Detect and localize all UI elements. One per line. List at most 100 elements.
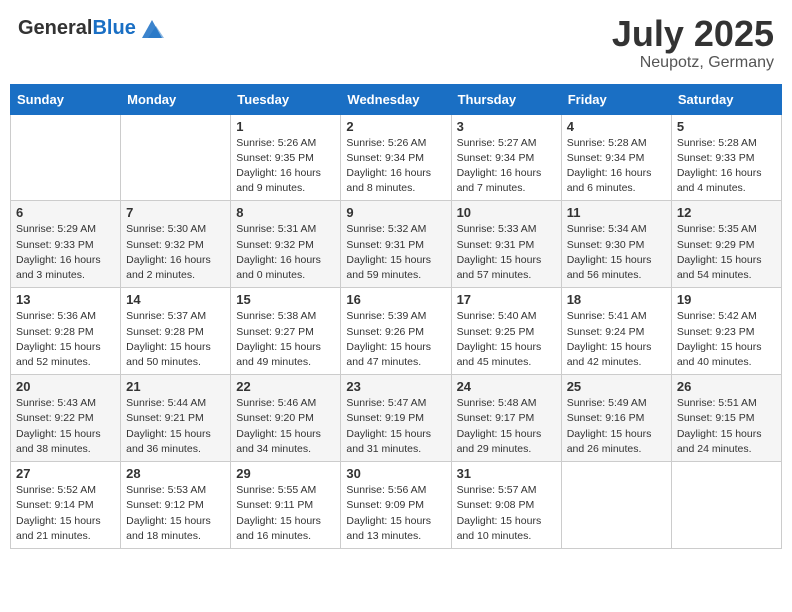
day-number: 30 [346,466,445,481]
day-number: 1 [236,119,335,134]
calendar-cell: 22 Sunrise: 5:46 AM Sunset: 9:20 PM Dayli… [231,375,341,462]
calendar-cell: 15 Sunrise: 5:38 AM Sunset: 9:27 PM Dayli… [231,288,341,375]
day-info: Sunrise: 5:41 AM Sunset: 9:24 PM Dayligh… [567,309,666,370]
day-number: 9 [346,205,445,220]
month-title: July 2025 [612,14,774,54]
calendar-cell: 11 Sunrise: 5:34 AM Sunset: 9:30 PM Dayli… [561,201,671,288]
day-number: 10 [457,205,556,220]
day-number: 29 [236,466,335,481]
day-number: 22 [236,379,335,394]
title-block: July 2025 Neupotz, Germany [612,14,774,72]
calendar-cell: 2 Sunrise: 5:26 AM Sunset: 9:34 PM Daylig… [341,114,451,201]
day-info: Sunrise: 5:44 AM Sunset: 9:21 PM Dayligh… [126,396,225,457]
logo-general-text: General [18,17,92,39]
day-number: 19 [677,292,776,307]
day-info: Sunrise: 5:28 AM Sunset: 9:34 PM Dayligh… [567,136,666,197]
calendar-cell: 4 Sunrise: 5:28 AM Sunset: 9:34 PM Daylig… [561,114,671,201]
day-info: Sunrise: 5:26 AM Sunset: 9:35 PM Dayligh… [236,136,335,197]
weekday-header: Friday [561,84,671,114]
calendar-cell [561,462,671,549]
calendar-cell [671,462,781,549]
day-info: Sunrise: 5:32 AM Sunset: 9:31 PM Dayligh… [346,222,445,283]
calendar-cell: 6 Sunrise: 5:29 AM Sunset: 9:33 PM Daylig… [11,201,121,288]
calendar-cell [121,114,231,201]
day-number: 4 [567,119,666,134]
calendar-week-row: 1 Sunrise: 5:26 AM Sunset: 9:35 PM Daylig… [11,114,782,201]
day-info: Sunrise: 5:38 AM Sunset: 9:27 PM Dayligh… [236,309,335,370]
calendar-week-row: 6 Sunrise: 5:29 AM Sunset: 9:33 PM Daylig… [11,201,782,288]
day-number: 23 [346,379,445,394]
logo: GeneralBlue [18,14,166,42]
day-number: 15 [236,292,335,307]
day-number: 8 [236,205,335,220]
calendar-cell: 26Sunrise: 5:51 AM Sunset: 9:15 PM Dayli… [671,375,781,462]
calendar-cell: 17Sunrise: 5:40 AM Sunset: 9:25 PM Dayli… [451,288,561,375]
day-info: Sunrise: 5:47 AM Sunset: 9:19 PM Dayligh… [346,396,445,457]
calendar-cell: 29Sunrise: 5:55 AM Sunset: 9:11 PM Dayli… [231,462,341,549]
day-info: Sunrise: 5:49 AM Sunset: 9:16 PM Dayligh… [567,396,666,457]
calendar-cell: 20 Sunrise: 5:43 AM Sunset: 9:22 PM Dayli… [11,375,121,462]
weekday-header: Monday [121,84,231,114]
day-number: 27 [16,466,115,481]
day-info: Sunrise: 5:26 AM Sunset: 9:34 PM Dayligh… [346,136,445,197]
calendar-cell: 18 Sunrise: 5:41 AM Sunset: 9:24 PM Dayli… [561,288,671,375]
day-number: 12 [677,205,776,220]
day-number: 2 [346,119,445,134]
calendar-cell: 12 Sunrise: 5:35 AM Sunset: 9:29 PM Dayli… [671,201,781,288]
day-number: 5 [677,119,776,134]
day-info: Sunrise: 5:52 AM Sunset: 9:14 PM Dayligh… [16,483,115,544]
calendar-cell: 10 Sunrise: 5:33 AM Sunset: 9:31 PM Dayli… [451,201,561,288]
weekday-header: Sunday [11,84,121,114]
day-info: Sunrise: 5:57 AM Sunset: 9:08 PM Dayligh… [457,483,556,544]
calendar-cell: 9 Sunrise: 5:32 AM Sunset: 9:31 PM Daylig… [341,201,451,288]
calendar-cell: 24 Sunrise: 5:48 AM Sunset: 9:17 PM Dayli… [451,375,561,462]
weekday-header: Wednesday [341,84,451,114]
day-number: 11 [567,205,666,220]
day-info: Sunrise: 5:51 AM Sunset: 9:15 PM Dayligh… [677,396,776,457]
day-info: Sunrise: 5:56 AM Sunset: 9:09 PM Dayligh… [346,483,445,544]
weekday-header: Thursday [451,84,561,114]
calendar-week-row: 13 Sunrise: 5:36 AM Sunset: 9:28 PM Dayli… [11,288,782,375]
calendar-cell: 13 Sunrise: 5:36 AM Sunset: 9:28 PM Dayli… [11,288,121,375]
day-info: Sunrise: 5:30 AM Sunset: 9:32 PM Dayligh… [126,222,225,283]
day-info: Sunrise: 5:29 AM Sunset: 9:33 PM Dayligh… [16,222,115,283]
day-info: Sunrise: 5:43 AM Sunset: 9:22 PM Dayligh… [16,396,115,457]
day-number: 24 [457,379,556,394]
day-number: 31 [457,466,556,481]
calendar-cell: 5 Sunrise: 5:28 AM Sunset: 9:33 PM Daylig… [671,114,781,201]
weekday-header: Saturday [671,84,781,114]
location: Neupotz, Germany [612,54,774,72]
calendar-cell: 8Sunrise: 5:31 AM Sunset: 9:32 PM Daylig… [231,201,341,288]
day-info: Sunrise: 5:37 AM Sunset: 9:28 PM Dayligh… [126,309,225,370]
day-info: Sunrise: 5:27 AM Sunset: 9:34 PM Dayligh… [457,136,556,197]
logo-icon [138,14,166,42]
calendar-cell: 19Sunrise: 5:42 AM Sunset: 9:23 PM Dayli… [671,288,781,375]
day-number: 20 [16,379,115,394]
day-number: 3 [457,119,556,134]
day-info: Sunrise: 5:39 AM Sunset: 9:26 PM Dayligh… [346,309,445,370]
day-number: 13 [16,292,115,307]
day-number: 6 [16,205,115,220]
calendar-cell: 23 Sunrise: 5:47 AM Sunset: 9:19 PM Dayli… [341,375,451,462]
day-info: Sunrise: 5:46 AM Sunset: 9:20 PM Dayligh… [236,396,335,457]
weekday-header: Tuesday [231,84,341,114]
calendar-cell: 7Sunrise: 5:30 AM Sunset: 9:32 PM Daylig… [121,201,231,288]
calendar-cell: 14 Sunrise: 5:37 AM Sunset: 9:28 PM Dayli… [121,288,231,375]
day-info: Sunrise: 5:34 AM Sunset: 9:30 PM Dayligh… [567,222,666,283]
day-number: 18 [567,292,666,307]
day-number: 25 [567,379,666,394]
day-info: Sunrise: 5:33 AM Sunset: 9:31 PM Dayligh… [457,222,556,283]
calendar-cell: 30 Sunrise: 5:56 AM Sunset: 9:09 PM Dayli… [341,462,451,549]
calendar-cell: 16Sunrise: 5:39 AM Sunset: 9:26 PM Dayli… [341,288,451,375]
calendar-cell: 25 Sunrise: 5:49 AM Sunset: 9:16 PM Dayli… [561,375,671,462]
calendar-cell: 1 Sunrise: 5:26 AM Sunset: 9:35 PM Daylig… [231,114,341,201]
day-info: Sunrise: 5:36 AM Sunset: 9:28 PM Dayligh… [16,309,115,370]
day-info: Sunrise: 5:28 AM Sunset: 9:33 PM Dayligh… [677,136,776,197]
logo-blue-text: Blue [92,17,135,39]
calendar-cell: 27 Sunrise: 5:52 AM Sunset: 9:14 PM Dayli… [11,462,121,549]
day-number: 17 [457,292,556,307]
day-number: 14 [126,292,225,307]
day-info: Sunrise: 5:35 AM Sunset: 9:29 PM Dayligh… [677,222,776,283]
day-info: Sunrise: 5:53 AM Sunset: 9:12 PM Dayligh… [126,483,225,544]
day-info: Sunrise: 5:48 AM Sunset: 9:17 PM Dayligh… [457,396,556,457]
